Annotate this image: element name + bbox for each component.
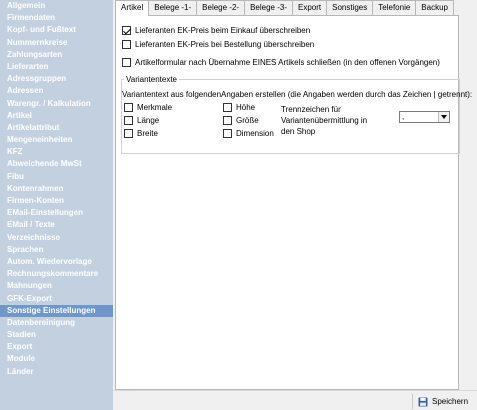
tab-belege-2[interactable]: Belege -2- bbox=[196, 0, 246, 15]
sidebar-item-lieferarten[interactable]: Lieferarten bbox=[0, 61, 113, 73]
sidebar-item-kontenrahmen[interactable]: Kontenrahmen bbox=[0, 183, 113, 195]
variantentext-col2-label: Angaben erstellen (die Angaben werden du… bbox=[221, 90, 473, 99]
footer-bar: Speichern bbox=[113, 390, 477, 410]
sidebar-item-abweichende-mwst[interactable]: Abweichende MwSt bbox=[0, 158, 113, 170]
sidebar-item-artikel[interactable]: Artikel bbox=[0, 110, 113, 122]
sidebar-item-firmen-konten[interactable]: Firmen-Konten bbox=[0, 195, 113, 207]
merkmale-checkbox[interactable] bbox=[124, 103, 133, 112]
groesse-label: Größe bbox=[236, 116, 259, 125]
option-ek-preis-einkauf[interactable]: Lieferanten EK-Preis beim Einkauf übersc… bbox=[122, 26, 310, 35]
laenge-checkbox[interactable] bbox=[124, 116, 133, 125]
variantentext-col1-label: Variantentext aus folgenden bbox=[122, 90, 222, 99]
trennzeichen-value: , bbox=[402, 112, 405, 121]
sidebar-item-allgemein[interactable]: Allgemein bbox=[0, 0, 113, 12]
tab-telefonie[interactable]: Telefonie bbox=[372, 0, 417, 15]
tab-belege-1[interactable]: Belege -1- bbox=[148, 0, 198, 15]
sidebar-item-email-einstellungen[interactable]: EMail-Einstellungen bbox=[0, 207, 113, 219]
dimension-label: Dimension bbox=[236, 129, 274, 138]
laenge-label: Länge bbox=[137, 116, 160, 125]
variant-hoehe[interactable]: Höhe bbox=[223, 103, 255, 112]
sidebar-item-stadien[interactable]: Stadien bbox=[0, 329, 113, 341]
ek-preis-bestellung-label: Lieferanten EK-Preis bei Bestellung über… bbox=[135, 40, 315, 49]
option-ek-preis-bestellung[interactable]: Lieferanten EK-Preis bei Bestellung über… bbox=[122, 40, 314, 49]
trennzeichen-label-line3: den Shop bbox=[281, 127, 316, 136]
sidebar-item-adressgruppen[interactable]: Adressgruppen bbox=[0, 73, 113, 85]
merkmale-label: Merkmale bbox=[137, 103, 173, 112]
ek-preis-einkauf-label: Lieferanten EK-Preis beim Einkauf übersc… bbox=[135, 26, 311, 35]
settings-tabs: Artikel Belege -1- Belege -2- Belege -3- Exp… bbox=[115, 0, 454, 16]
trennzeichen-label-line2: Variantenübermittlung in bbox=[281, 116, 368, 125]
variant-breite[interactable]: Breite bbox=[124, 129, 158, 138]
hoehe-label: Höhe bbox=[236, 103, 256, 112]
trennzeichen-select[interactable]: , bbox=[399, 111, 450, 123]
save-label: Speichern bbox=[432, 397, 469, 406]
tab-backup[interactable]: Backup bbox=[415, 0, 454, 15]
sidebar-item-länder[interactable]: Länder bbox=[0, 366, 113, 378]
dimension-checkbox[interactable] bbox=[223, 129, 232, 138]
sidebar-item-firmendaten[interactable]: Firmendaten bbox=[0, 12, 113, 24]
tab-artikel[interactable]: Artikel bbox=[115, 0, 150, 16]
main-area: Artikel Belege -1- Belege -2- Belege -3- Exp… bbox=[113, 0, 477, 390]
breite-checkbox[interactable] bbox=[124, 129, 133, 138]
sidebar-item-adressen[interactable]: Adressen bbox=[0, 85, 113, 97]
footer-divider bbox=[412, 394, 413, 409]
variant-merkmale[interactable]: Merkmale bbox=[124, 103, 172, 112]
sidebar-item-datenbereinigung[interactable]: Datenbereinigung bbox=[0, 317, 113, 329]
floppy-disk-icon bbox=[418, 397, 428, 406]
sidebar-item-fibu[interactable]: Fibu bbox=[0, 171, 113, 183]
tab-sonstiges[interactable]: Sonstiges bbox=[326, 0, 374, 15]
sidebar-item-nummernkreise[interactable]: Nummernkreise bbox=[0, 37, 113, 49]
tab-belege-3[interactable]: Belege -3- bbox=[244, 0, 293, 15]
sidebar-item-kfz[interactable]: KFZ bbox=[0, 146, 113, 158]
sidebar-item-verzeichnisse[interactable]: Verzeichnisse bbox=[0, 232, 113, 244]
variant-dimension[interactable]: Dimension bbox=[223, 129, 274, 138]
sidebar-item-email-texte[interactable]: EMail / Texte bbox=[0, 219, 113, 231]
variantentexte-title: Variantentexte bbox=[124, 75, 179, 84]
sidebar-item-warengr-kalkulation[interactable]: Warengr. / Kalkulation bbox=[0, 98, 113, 110]
sidebar-item-artikelattribut[interactable]: Artikelattribut bbox=[0, 122, 113, 134]
sidebar-item-kopf-und-fußtext[interactable]: Kopf- und Fußtext bbox=[0, 24, 113, 36]
variant-groesse[interactable]: Größe bbox=[223, 116, 259, 125]
sidebar-item-autom-wiedervorlage[interactable]: Autom. Wiedervorlage bbox=[0, 256, 113, 268]
chevron-down-icon[interactable] bbox=[438, 112, 449, 122]
variant-laenge[interactable]: Länge bbox=[124, 116, 159, 125]
tab-panel-artikel: Lieferanten EK-Preis beim Einkauf übersc… bbox=[115, 15, 472, 390]
hoehe-checkbox[interactable] bbox=[223, 103, 232, 112]
settings-sidebar: Allgemein Firmendaten Kopf- und Fußtext Num… bbox=[0, 0, 113, 410]
artikelformular-schliessen-label: Artikelformular nach Übernahme EINES Art… bbox=[135, 58, 440, 67]
sidebar-item-gfk-export[interactable]: GFK-Export bbox=[0, 293, 113, 305]
sidebar-item-module[interactable]: Module bbox=[0, 353, 113, 365]
sidebar-item-sonstige-einstellungen[interactable]: Sonstige Einstellungen bbox=[0, 304, 113, 317]
save-button[interactable]: Speichern bbox=[418, 394, 468, 409]
ek-preis-bestellung-checkbox[interactable] bbox=[122, 40, 131, 49]
option-artikelformular-schliessen[interactable]: Artikelformular nach Übernahme EINES Art… bbox=[122, 58, 440, 67]
ek-preis-einkauf-checkbox[interactable] bbox=[122, 26, 131, 35]
trennzeichen-label-line1: Trennzeichen für bbox=[281, 105, 341, 114]
sidebar-item-rechnungskommentare[interactable]: Rechnungskommentare bbox=[0, 268, 113, 280]
groesse-checkbox[interactable] bbox=[223, 116, 232, 125]
artikelformular-schliessen-checkbox[interactable] bbox=[122, 58, 131, 67]
tab-export[interactable]: Export bbox=[292, 0, 328, 15]
breite-label: Breite bbox=[137, 129, 158, 138]
sidebar-item-sprachen[interactable]: Sprachen bbox=[0, 244, 113, 256]
sidebar-item-zahlungsarten[interactable]: Zahlungsarten bbox=[0, 49, 113, 61]
sidebar-item-export[interactable]: Export bbox=[0, 341, 113, 353]
sidebar-item-mahnungen[interactable]: Mahnungen bbox=[0, 280, 113, 292]
sidebar-item-mengeneinheiten[interactable]: Mengeneinheiten bbox=[0, 134, 113, 146]
